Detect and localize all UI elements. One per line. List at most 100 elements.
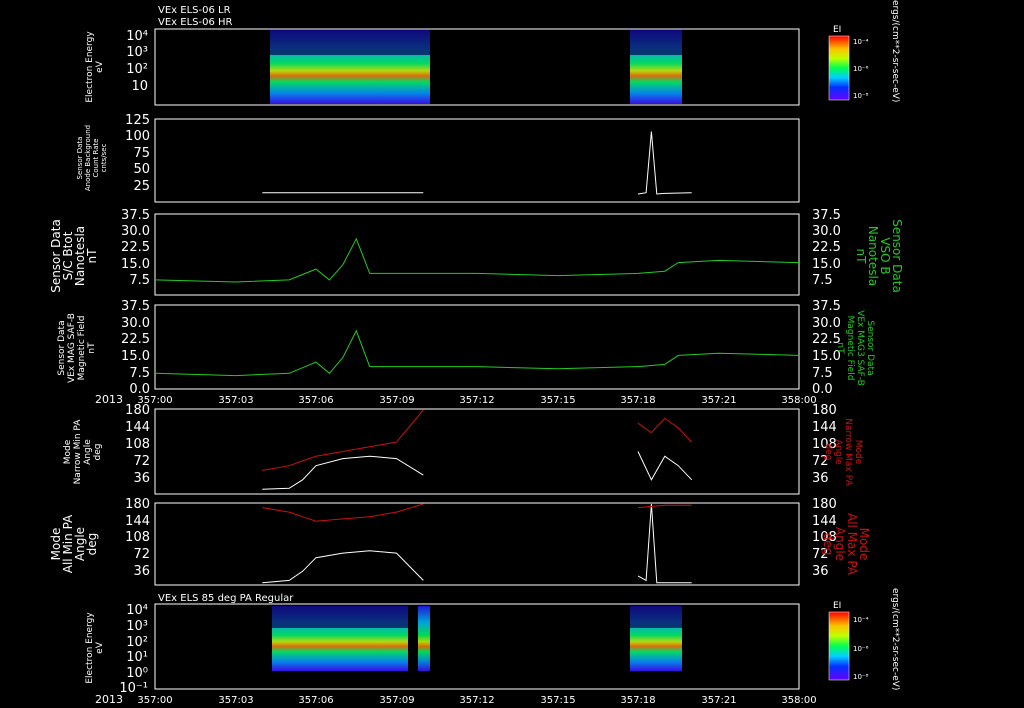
panel5-series-0-segment-0 xyxy=(262,455,424,490)
panel2-ylabel-3: cnts/sec xyxy=(100,143,108,172)
panel6-ytick-4: 36 xyxy=(133,564,150,579)
panel6-series-1-segment-1 xyxy=(637,504,692,509)
panel2-ytick-2: 75 xyxy=(133,146,150,161)
panel-all-pa: 180 144 108 72 36 180 144 108 72 36 Mode… xyxy=(49,497,871,586)
time-axis-1-ticks: 357:00 357:03 357:06 357:09 357:12 357:1… xyxy=(137,395,816,406)
panel3-ytick-r0: 37.5 xyxy=(812,208,841,223)
panel5-ylabel-0: Mode xyxy=(63,439,73,464)
panel-energy-spectrogram-bottom: 10⁴ 10³ 10² 10¹ 10⁰ 10⁻¹ Electron Energy… xyxy=(85,588,900,706)
panel7-ytick-0: 10⁴ xyxy=(126,603,148,618)
panel7-ylabel-1: eV xyxy=(95,641,105,654)
time-axis-1-tick-6: 357:18 xyxy=(620,395,655,406)
panel7-ylabel-0: Electron Energy xyxy=(85,612,95,684)
panel7-ytick-1: 10³ xyxy=(126,619,148,634)
panel3-ytick-2: 22.5 xyxy=(121,240,150,255)
panel5-rlabel-2: Angle xyxy=(833,439,843,465)
time-axis-1-tick-3: 357:09 xyxy=(379,395,414,406)
time-axis-2-tick-7: 357:21 xyxy=(701,695,736,706)
colorbar-bottom-tick-0: 10⁻⁴ xyxy=(853,616,869,624)
panel4-ytick-r0: 37.5 xyxy=(812,299,841,314)
panel3-series-0-segment-0 xyxy=(154,237,800,283)
colorbar-bottom-units: ergs/(cm**2-sr-sec-eV) xyxy=(890,588,900,690)
panel2-ylabel-0: Sensor Data xyxy=(76,137,84,180)
panel4-frame xyxy=(154,304,800,390)
panel7-spectrogram-block-3 xyxy=(630,606,682,671)
panel6-rlabel-3: deg xyxy=(821,533,835,556)
colorbar-bottom-tick-1: 10⁻⁶ xyxy=(853,645,869,653)
colorbar-top-tick-2: 10⁻⁸ xyxy=(853,92,869,100)
panel5-rlabel-3: deg xyxy=(823,444,833,461)
panel7-ytick-3: 10¹ xyxy=(126,650,148,665)
panel5-ytick-2: 108 xyxy=(125,437,150,452)
time-axis-2-tick-1: 357:03 xyxy=(218,695,253,706)
time-axis-2-tick-8: 358:00 xyxy=(781,695,816,706)
panel4-ylabel-1: VEx MAG SAF-B xyxy=(67,313,77,383)
time-axis-2-tick-4: 357:12 xyxy=(459,695,494,706)
colorbar-top-title: EI xyxy=(833,25,841,35)
panel2-series-0-segment-1 xyxy=(637,131,692,195)
panel5-ytick-4: 36 xyxy=(133,471,150,486)
panel-mag-safb: 37.5 30.0 22.5 15.0 7.5 0.0 37.5 30.0 22… xyxy=(57,299,875,406)
panel6-frame xyxy=(154,502,800,586)
panel5-frame xyxy=(154,408,800,495)
panel4-ylabel-2: Magnetic Field xyxy=(77,316,87,381)
time-axis-1-tick-5: 357:15 xyxy=(540,395,575,406)
panel3-ytick-r3: 15.0 xyxy=(812,257,841,272)
ves-els-plot-canvas: VEx ELS-06 LR VEx ELS-06 HR 10⁴ 10³ 10² … xyxy=(49,0,904,706)
panel6-ytick-r4: 36 xyxy=(812,564,829,579)
panel2-ytick-4: 25 xyxy=(133,179,150,194)
panel5-rlabel-1: Narrow Max PA xyxy=(843,418,853,486)
panel5-series-1-segment-0 xyxy=(262,409,424,471)
panel7-ytick-5: 10⁻¹ xyxy=(119,681,148,696)
panel4-ytick-r1: 30.0 xyxy=(812,316,841,331)
panel6-ytick-r0: 180 xyxy=(812,497,837,512)
panel5-series-0-segment-1 xyxy=(637,451,693,481)
panel4-ylabel-0: Sensor Data xyxy=(57,320,67,375)
panel5-ytick-3: 72 xyxy=(133,454,150,469)
panel2-ytick-3: 50 xyxy=(133,162,150,177)
panel4-rlabel-3: nT xyxy=(835,342,845,354)
panel4-ytick-3: 15.0 xyxy=(121,349,150,364)
time-axis-2-tick-2: 357:06 xyxy=(298,695,333,706)
time-axis-1-tick-1: 357:03 xyxy=(218,395,253,406)
panel7-ytick-4: 10⁰ xyxy=(126,666,148,681)
panel5-ylabel-1: Narrow Min PA xyxy=(73,419,83,485)
panel1-frame xyxy=(154,28,800,106)
panel4-ytick-1: 30.0 xyxy=(121,316,150,331)
panel2-frame xyxy=(154,118,800,203)
panel5-series-1-segment-1 xyxy=(637,417,693,443)
time-axis-1-tick-2: 357:06 xyxy=(298,395,333,406)
panel4-rlabel-0: Sensor Data xyxy=(865,320,875,375)
panel4-rlabel-2: Magnetic Field xyxy=(845,316,855,381)
panel2-ylabel-2: Count Rate xyxy=(92,138,100,177)
panel4-ytick-2: 22.5 xyxy=(121,332,150,347)
colorbar-top-tick-0: 10⁻⁴ xyxy=(853,38,869,46)
panel3-rlabel-3: nT xyxy=(854,249,868,265)
panel3-ytick-3: 15.0 xyxy=(121,257,150,272)
panel3-ytick-r4: 7.5 xyxy=(812,273,833,288)
panel5-ytick-0: 180 xyxy=(125,403,150,418)
panel3-ytick-1: 30.0 xyxy=(121,224,150,239)
colorbar-bottom-tick-2: 10⁻⁸ xyxy=(853,673,869,681)
time-axis-1-tick-4: 357:12 xyxy=(459,395,494,406)
panel-sc-btot: 37.5 30.0 22.5 15.0 7.5 37.5 30.0 22.5 1… xyxy=(49,208,904,296)
colorbar-top xyxy=(828,35,850,101)
panel2-ytick-1: 100 xyxy=(125,129,150,144)
panel5-ytick-1: 144 xyxy=(125,420,150,435)
panel-anode-background: 125 100 75 50 25 Sensor Data Anode Backg… xyxy=(76,113,800,203)
panel7-frame xyxy=(154,603,800,690)
panel3-ytick-4: 7.5 xyxy=(129,273,150,288)
panel1-ylabel-1: eV xyxy=(95,60,105,73)
colorbar-top-tick-1: 10⁻⁶ xyxy=(853,65,869,73)
time-axis-2-tick-0: 357:00 xyxy=(137,695,172,706)
panel7-spectrogram-block-2 xyxy=(418,606,430,671)
panel1-spectrogram-block-2 xyxy=(630,30,682,104)
series-layer xyxy=(154,131,800,584)
time-axis-2-tick-3: 357:09 xyxy=(379,695,414,706)
panel5-ylabel-2: Angle xyxy=(83,439,93,465)
header-line2: VEx ELS-06 HR xyxy=(158,17,233,28)
time-axis-2-tick-6: 357:18 xyxy=(620,695,655,706)
panel2-ytick-0: 125 xyxy=(125,113,150,128)
time-axis-2-year: 2013 xyxy=(95,693,123,706)
time-axis-1-tick-7: 357:21 xyxy=(701,395,736,406)
